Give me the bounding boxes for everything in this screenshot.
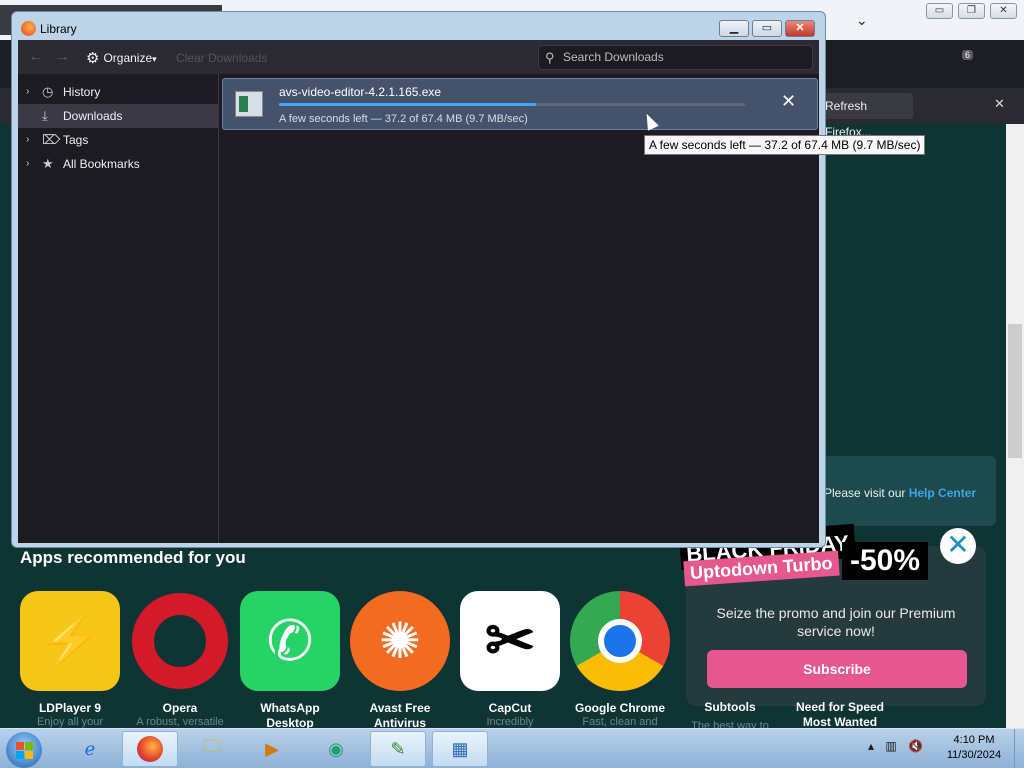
- promo-message: Seize the promo and join our Premium ser…: [716, 605, 956, 639]
- clock[interactable]: 4:10 PM 11/30/2024: [938, 733, 1010, 763]
- tag-icon: ⌦: [42, 132, 61, 147]
- back-arrow-icon[interactable]: ←: [28, 48, 44, 66]
- sidebar-item-label: All Bookmarks: [63, 157, 140, 171]
- library-sidebar: › ◷ History ⤓ Downloads › ⌦ Tags › ★ All…: [18, 74, 219, 543]
- avast-icon: ✺: [350, 591, 450, 691]
- app-name: LDPlayer 9: [38, 701, 102, 715]
- scrollbar-thumb[interactable]: [1008, 324, 1022, 458]
- help-center-link[interactable]: Help Center: [909, 486, 976, 500]
- app-sub: Incredibly: [486, 716, 534, 728]
- app-name: Subtools: [704, 700, 756, 714]
- app-name: CapCut: [488, 701, 532, 715]
- app-card-opera[interactable]: Opera A robust, versatile: [130, 591, 230, 728]
- download-item[interactable]: avs-video-editor-4.2.1.165.exe A few sec…: [222, 78, 818, 130]
- minimize-button[interactable]: ▭: [926, 3, 953, 19]
- ldplayer-icon: ⚡: [20, 591, 120, 691]
- volume-muted-icon[interactable]: 🔇: [908, 739, 923, 753]
- download-filename: avs-video-editor-4.2.1.165.exe: [279, 85, 442, 99]
- chrome-icon: [570, 591, 670, 691]
- media-player-icon[interactable]: ▶: [244, 731, 300, 767]
- app-taskbar-icon[interactable]: ◉: [308, 731, 364, 767]
- sidebar-item-tags[interactable]: › ⌦ Tags: [18, 128, 218, 152]
- download-icon: ⤓: [42, 108, 48, 123]
- app-sub: A robust, versatile: [136, 716, 224, 728]
- close-button[interactable]: ✕: [990, 3, 1017, 19]
- help-text: Please visit our: [824, 486, 906, 500]
- notepad-taskbar-icon[interactable]: ✎: [370, 731, 426, 767]
- star-icon: ★: [42, 156, 54, 171]
- sidebar-item-history[interactable]: › ◷ History: [18, 80, 218, 104]
- app-card-capcut[interactable]: ✂ CapCut Incredibly: [460, 591, 560, 728]
- download-tooltip: A few seconds left — 37.2 of 67.4 MB (9.…: [644, 135, 926, 155]
- chevron-down-icon: ▾: [152, 54, 157, 64]
- help-box: Please visit our Help Center: [806, 456, 996, 526]
- library-toolbar: ← → ⚙ Organize▾ Clear Downloads ⚲ Search …: [18, 40, 819, 74]
- app-name: Avast Free Antivirus: [369, 701, 431, 730]
- clock-date: 11/30/2024: [946, 749, 1002, 761]
- app-name: Google Chrome: [574, 701, 665, 715]
- system-tray: ▴ ▥ 🔇: [868, 739, 923, 753]
- forward-arrow-icon[interactable]: →: [54, 48, 70, 66]
- sidebar-item-label: History: [63, 85, 101, 99]
- start-button[interactable]: [6, 732, 42, 768]
- chevron-down-icon[interactable]: ⌄: [856, 12, 868, 29]
- clock-time: 4:10 PM: [953, 734, 995, 746]
- sidebar-item-label: Downloads: [63, 109, 123, 123]
- library-maximize-button[interactable]: ▭: [752, 20, 782, 37]
- organize-label: Organize: [103, 51, 153, 65]
- apps-section-title: Apps recommended for you: [20, 548, 246, 567]
- clear-downloads-button[interactable]: Clear Downloads: [176, 51, 267, 65]
- app-name: Need for Speed Most Wanted: [795, 700, 885, 729]
- app-card-ldplayer[interactable]: ⚡ LDPlayer 9 Enjoy all your: [20, 591, 120, 728]
- network-icon[interactable]: ▥: [885, 739, 896, 753]
- sidebar-item-label: Tags: [63, 133, 89, 147]
- search-input[interactable]: ⚲ Search Downloads: [538, 45, 813, 70]
- app-name: WhatsApp Desktop: [260, 701, 320, 730]
- library-close-button[interactable]: ✕: [785, 20, 815, 37]
- capcut-icon: ✂: [460, 591, 560, 691]
- download-progress-fill: [279, 103, 537, 106]
- gear-icon: ⚙: [86, 50, 100, 67]
- extension-badge: 6: [962, 50, 974, 60]
- control-panel-taskbar-icon[interactable]: ▦: [432, 731, 488, 767]
- maximize-button[interactable]: ❐: [958, 3, 985, 19]
- library-title: Library: [40, 22, 77, 36]
- app-card-chrome[interactable]: Google Chrome Fast, clean and: [570, 591, 670, 728]
- download-progress-bar: [279, 103, 745, 106]
- promo-discount: -50%: [842, 542, 929, 580]
- file-explorer-icon[interactable]: 🗀: [184, 731, 240, 767]
- app-name: Opera: [162, 701, 198, 715]
- subscribe-button[interactable]: Subscribe: [707, 650, 967, 688]
- cancel-download-icon[interactable]: ✕: [781, 91, 796, 112]
- chevron-right-icon[interactable]: ›: [26, 128, 29, 152]
- app-sub: Fast, clean and: [582, 716, 658, 728]
- chevron-right-icon[interactable]: ›: [26, 80, 29, 104]
- taskbar: ℯ 🗀 ▶ ◉ ✎ ▦ ▴ ▥ 🔇 4:10 PM 11/30/2024: [0, 728, 1024, 768]
- show-desktop-button[interactable]: [1014, 729, 1024, 768]
- promo-close-icon[interactable]: ✕: [940, 528, 976, 564]
- app-card-avast[interactable]: ✺ Avast Free Antivirus: [350, 591, 450, 731]
- close-icon[interactable]: ✕: [994, 96, 1005, 112]
- library-body: ← → ⚙ Organize▾ Clear Downloads ⚲ Search …: [18, 40, 819, 543]
- search-icon: ⚲: [545, 50, 555, 65]
- app-card-whatsapp[interactable]: ✆ WhatsApp Desktop: [240, 591, 340, 731]
- internet-explorer-icon[interactable]: ℯ: [62, 731, 118, 767]
- chevron-up-icon[interactable]: ▴: [868, 739, 874, 753]
- organize-button[interactable]: ⚙ Organize▾: [86, 49, 157, 67]
- refresh-firefox-button[interactable]: Refresh Firefox...: [815, 93, 913, 139]
- chevron-right-icon[interactable]: ›: [26, 152, 29, 176]
- app-sub: Enjoy all your: [36, 716, 104, 728]
- firefox-icon: [21, 21, 36, 36]
- exe-file-icon: [235, 91, 263, 117]
- sidebar-item-all-bookmarks[interactable]: › ★ All Bookmarks: [18, 152, 218, 176]
- firefox-taskbar-icon[interactable]: [122, 731, 178, 767]
- whatsapp-icon: ✆: [240, 591, 340, 691]
- clock-icon: ◷: [42, 84, 54, 99]
- search-placeholder: Search Downloads: [563, 50, 664, 64]
- library-window: Library ▁ ▭ ✕ ← → ⚙ Organize▾ Clear Downl…: [11, 11, 826, 548]
- download-status: A few seconds left — 37.2 of 67.4 MB (9.…: [279, 113, 528, 125]
- sidebar-item-downloads[interactable]: ⤓ Downloads: [18, 104, 218, 128]
- library-minimize-button[interactable]: ▁: [719, 20, 749, 37]
- opera-icon: [130, 591, 230, 691]
